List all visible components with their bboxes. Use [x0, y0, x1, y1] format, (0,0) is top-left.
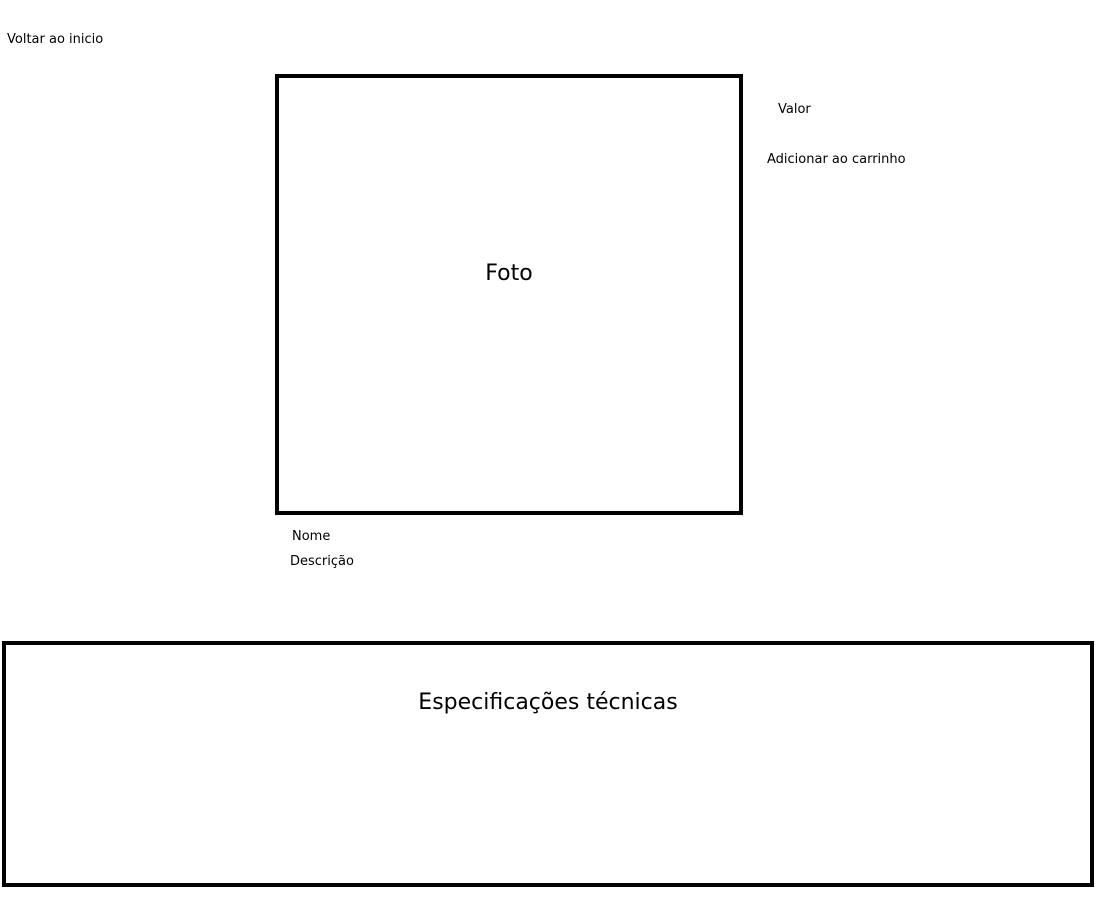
add-to-cart-button[interactable]: Adicionar ao carrinho	[767, 152, 906, 168]
product-photo-label: Foto	[485, 261, 533, 286]
technical-specs-title: Especificações técnicas	[418, 690, 678, 715]
product-price: Valor	[778, 102, 811, 117]
product-name: Nome	[292, 529, 331, 544]
product-photo-placeholder: Foto	[275, 74, 743, 515]
technical-specs-panel: Especificações técnicas	[2, 641, 1094, 887]
product-description: Descrição	[290, 554, 354, 569]
back-to-home-link[interactable]: Voltar ao inicio	[7, 32, 103, 48]
